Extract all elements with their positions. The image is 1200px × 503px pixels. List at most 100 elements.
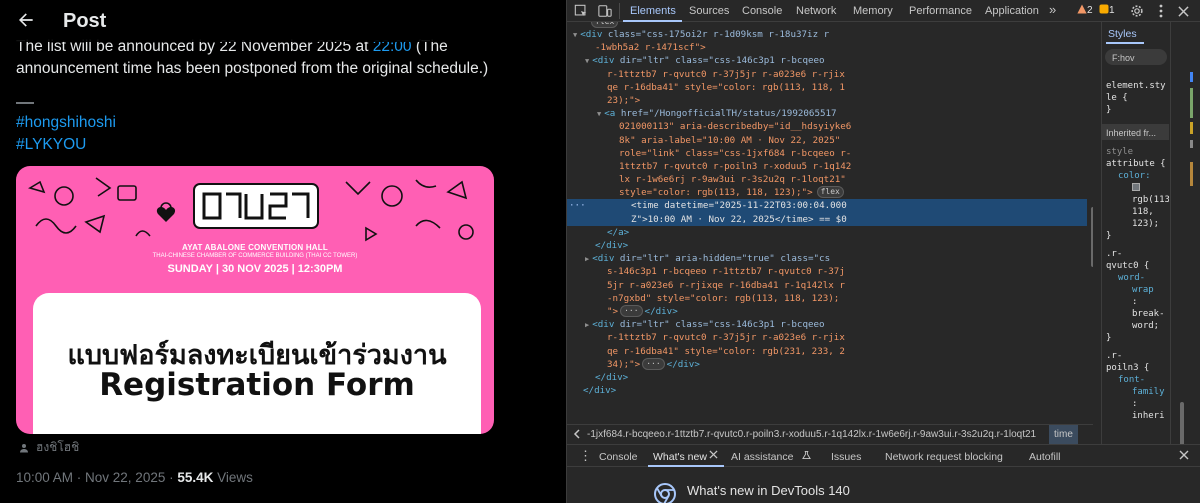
elements-tree[interactable]: flex ▼<div class="css-175oi2r r-1d09ksm r…: [567, 22, 1093, 424]
dom-node-line[interactable]: ▼ <div class="css-175oi2r r-1d09ksm r-18u…: [567, 28, 1087, 41]
drawer-tab-whats-new[interactable]: What's new: [653, 451, 707, 463]
closing-tag: </a>: [607, 226, 630, 238]
breadcrumb-path[interactable]: -1jxf684.r-bcqeeo.r-1ttztb7.r-qvutc0.r-p…: [587, 429, 1036, 440]
dom-node-line[interactable]: </div>: [567, 371, 1087, 384]
flex-badge[interactable]: flex: [816, 186, 844, 199]
warnings-badge[interactable]: 2: [1077, 4, 1093, 16]
tab-elements[interactable]: Elements: [630, 5, 676, 17]
drawer-tab-autofill[interactable]: Autofill: [1029, 451, 1061, 463]
dom-node-line[interactable]: </div>: [567, 384, 1087, 397]
style-value[interactable]: inheri: [1132, 410, 1165, 422]
tab-console[interactable]: Console: [742, 5, 782, 17]
attribute-text: 34);">: [607, 358, 641, 370]
dom-node-line[interactable]: ▼ <a href="/HongofficialTH/status/1992065…: [567, 107, 1087, 120]
dom-node-line[interactable]: lx r-1w6e6rj r-9aw3ui r-3s2u2q r-1loqt21…: [567, 173, 1087, 186]
breadcrumb-current[interactable]: time: [1049, 425, 1078, 444]
style-prop[interactable]: wrap: [1132, 284, 1154, 296]
hashtag-link[interactable]: #LYKYOU: [16, 134, 496, 156]
gear-icon[interactable]: [1129, 3, 1145, 19]
drawer-tab-network-request-blocking[interactable]: Network request blocking: [885, 451, 1003, 463]
style-prop[interactable]: word-: [1118, 272, 1145, 284]
drawer-menu-icon[interactable]: ⋮: [579, 448, 592, 464]
strip-marker: [1190, 72, 1193, 82]
dom-node-line[interactable]: 8k" aria-label="10:00 AM · Nov 22, 2025": [567, 134, 1087, 147]
style-prop[interactable]: font-: [1118, 374, 1145, 386]
breadcrumb-left-arrow-icon[interactable]: [573, 429, 581, 442]
dom-node-line[interactable]: -1wbh5a2 r-1471scf">: [567, 41, 1087, 54]
dom-node-line[interactable]: s-146c3p1 r-bcqeeo r-1ttztb7 r-qvutc0 r-…: [567, 265, 1087, 278]
style-value[interactable]: 118,: [1132, 206, 1154, 218]
device-toolbar-icon[interactable]: [597, 3, 613, 19]
style-prop[interactable]: color:: [1118, 170, 1151, 182]
dom-node-line[interactable]: ▶ <div dir="ltr" class="css-146c3p1 r-bcq…: [567, 318, 1087, 331]
dom-node-line[interactable]: 5jr r-a023e6 r-rjixqe r-16dba41 r-1q142l…: [567, 279, 1087, 292]
dom-node-line[interactable]: r-1ttztb7 r-qvutc0 r-37j5jr r-a023e6 r-r…: [567, 331, 1087, 344]
back-button[interactable]: [14, 8, 38, 32]
drawer-tab-console[interactable]: Console: [599, 451, 638, 463]
dom-node-line[interactable]: </div>: [567, 239, 1087, 252]
scrollbar[interactable]: [1091, 207, 1093, 267]
dom-node-line[interactable]: r-1ttztb7 r-qvutc0 r-37j5jr r-a023e6 r-r…: [567, 68, 1087, 81]
dom-node-line[interactable]: role="link" class="css-1jxf684 r-bcqeeo …: [567, 147, 1087, 160]
breadcrumb: -1jxf684.r-bcqeeo.r-1ttztb7.r-qvutc0.r-p…: [567, 424, 1093, 444]
errors-badge[interactable]: 1: [1099, 4, 1115, 16]
close-drawer-icon[interactable]: [1179, 450, 1189, 463]
expand-arrow-icon[interactable]: ▶: [585, 321, 589, 329]
event-venue: AYAT ABALONE CONVENTION HALL: [182, 243, 328, 252]
dom-node-line[interactable]: ▼ <div dir="ltr" class="css-146c3p1 r-bcq…: [567, 54, 1087, 67]
dom-node-selected[interactable]: ··· <time datetime="2025-11-22T03:00:04.0…: [567, 199, 1087, 213]
styles-filter-input[interactable]: F:hov: [1105, 49, 1167, 65]
style-rule-text: poiln3 {: [1106, 363, 1150, 373]
media-credit[interactable]: ฮงชิโฮชิ: [18, 438, 79, 457]
dom-node-line[interactable]: qe r-16dba41" style="color: rgb(113, 118…: [567, 81, 1087, 94]
style-value[interactable]: break-: [1132, 308, 1165, 320]
dom-node-line[interactable]: 021000113" aria-describedby="id__hdsyiyk…: [567, 120, 1087, 133]
drawer-tab-ai-assistance[interactable]: AI assistance: [731, 451, 793, 463]
dom-node-line[interactable]: 23);">: [567, 94, 1087, 107]
style-prop[interactable]: family: [1132, 386, 1165, 398]
expand-arrow-icon[interactable]: ▼: [597, 110, 601, 118]
style-value[interactable]: 123);: [1132, 218, 1159, 230]
strip-marker: [1190, 122, 1193, 134]
tab-application[interactable]: Application: [985, 5, 1039, 17]
dom-node-line[interactable]: ▶ <div dir="ltr" aria-hidden="true" class…: [567, 252, 1087, 265]
style-value[interactable]: word;: [1132, 320, 1159, 332]
inspect-element-icon[interactable]: [573, 3, 589, 19]
color-swatch-icon[interactable]: [1132, 182, 1140, 194]
more-options-icon[interactable]: [1153, 3, 1169, 19]
dom-node-line[interactable]: </a>: [567, 226, 1087, 239]
expand-arrow-icon[interactable]: ▶: [585, 255, 589, 263]
post-image[interactable]: AYAT ABALONE CONVENTION HALL THAI-CHINES…: [16, 166, 494, 434]
tag-name: div: [597, 55, 615, 67]
ellipsis-icon[interactable]: ···: [620, 304, 643, 317]
more-tabs-button[interactable]: »: [1049, 2, 1056, 17]
expand-arrow-icon[interactable]: ▼: [585, 57, 589, 65]
attribute-text: -n7gxbd" style="color: rgb(113, 118, 123…: [607, 292, 840, 304]
dom-node-line[interactable]: -n7gxbd" style="color: rgb(113, 118, 123…: [567, 292, 1087, 305]
tab-network[interactable]: Network: [796, 5, 836, 17]
dom-node-line[interactable]: "> ··· </div>: [567, 304, 1087, 318]
dom-node-line[interactable]: 1ttztb7 r-qvutc0 r-poiln3 r-xoduu5 r-1q1…: [567, 160, 1087, 173]
tab-styles[interactable]: Styles: [1108, 28, 1137, 40]
expand-arrow-icon[interactable]: ▼: [573, 31, 577, 39]
ellipsis-icon[interactable]: ···: [642, 357, 665, 370]
tab-performance[interactable]: Performance: [909, 5, 972, 17]
attribute-text: style="color: rgb(113, 118, 123);">: [619, 187, 813, 199]
form-title-en: Registration Form: [99, 367, 415, 403]
hashtag-link[interactable]: #hongshihoshi: [16, 112, 496, 134]
drawer-tab-issues[interactable]: Issues: [831, 451, 861, 463]
close-icon[interactable]: [1175, 3, 1191, 19]
node-actions-icon[interactable]: ···: [569, 199, 586, 212]
tab-sources[interactable]: Sources: [689, 5, 729, 17]
attribute-text: r-1ttztb7 r-qvutc0 r-37j5jr r-a023e6 r-r…: [607, 332, 845, 344]
dom-node-line[interactable]: qe r-16dba41" style="color: rgb(231, 233…: [567, 345, 1087, 358]
close-tab-icon[interactable]: [709, 450, 718, 462]
style-rule-text: .r-: [1106, 249, 1123, 259]
tab-memory[interactable]: Memory: [853, 5, 893, 17]
whats-new-title: What's new in DevTools 140: [687, 483, 850, 498]
dom-node-selected[interactable]: Z">10:00 AM · Nov 22, 2025</time> == $0: [567, 212, 1087, 226]
dom-node-line[interactable]: 34);"> ··· </div>: [567, 357, 1087, 371]
dom-node-line[interactable]: style="color: rgb(113, 118, 123);"> flex: [567, 186, 1087, 199]
style-value[interactable]: rgb(113,: [1132, 194, 1169, 206]
post-timestamp[interactable]: 10:00 AM · Nov 22, 2025 ·: [16, 470, 177, 485]
